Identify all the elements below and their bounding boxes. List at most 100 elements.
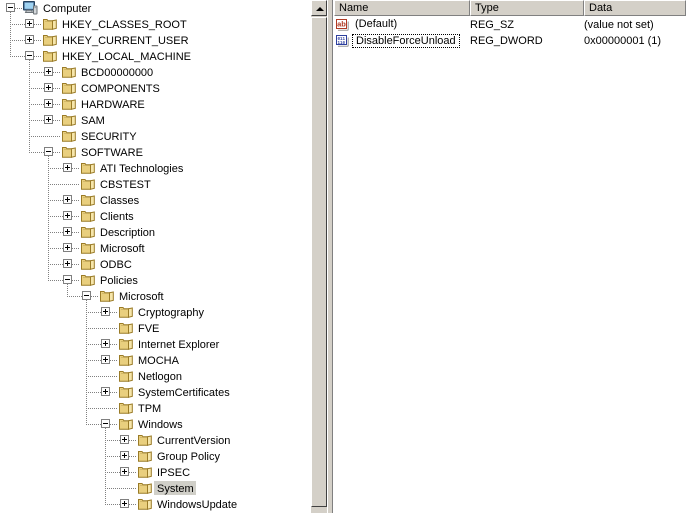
expand-node-button[interactable] [63, 227, 72, 236]
tree-item-microsoft[interactable]: Microsoft [97, 240, 147, 256]
tree-vertical-scrollbar[interactable] [310, 0, 327, 513]
tree-connector-line [112, 424, 118, 425]
tree-item-bcd00000000[interactable]: BCD00000000 [78, 64, 155, 80]
tree-item-group-policy[interactable]: Group Policy [154, 448, 222, 464]
folder-icon [81, 258, 95, 270]
tree-item-hkey-current-user[interactable]: HKEY_CURRENT_USER [59, 32, 191, 48]
collapse-node-button[interactable] [25, 51, 34, 60]
tree-connector-line [36, 56, 42, 57]
folder-icon [81, 194, 95, 206]
tree-item-system[interactable]: System [154, 480, 196, 496]
registry-value-list[interactable]: Name Type Data ab (Default) REG_SZ (value not… [334, 0, 686, 513]
value-list-header: Name Type Data [334, 0, 686, 16]
scroll-up-button[interactable] [311, 0, 327, 16]
pane-splitter[interactable] [327, 0, 333, 513]
tree-item-label: Internet Explorer [138, 339, 220, 351]
expand-node-button[interactable] [44, 67, 53, 76]
column-header-type[interactable]: Type [470, 0, 584, 16]
tree-item-label: CurrentVersion [157, 435, 231, 447]
tree-item-odbc[interactable]: ODBC [97, 256, 134, 272]
collapse-node-button[interactable] [63, 275, 72, 284]
tree-connector-line [74, 216, 80, 217]
tree-item-policies[interactable]: Policies [97, 272, 140, 288]
folder-icon [138, 466, 152, 478]
expand-node-button[interactable] [63, 195, 72, 204]
registry-key-tree[interactable]: Computer HKEY_CLASSES_ROOT HKEY_CURRENT_US… [0, 0, 310, 513]
tree-item-fve[interactable]: FVE [135, 320, 161, 336]
collapse-node-button[interactable] [101, 419, 110, 428]
tree-item-classes[interactable]: Classes [97, 192, 141, 208]
value-row[interactable]: ab (Default) REG_SZ (value not set) [334, 17, 686, 33]
folder-icon [62, 66, 76, 78]
value-type: REG_DWORD [470, 35, 543, 47]
tree-item-windowsupdate[interactable]: WindowsUpdate [154, 496, 239, 512]
tree-item-label: HARDWARE [81, 99, 145, 111]
column-header-data[interactable]: Data [584, 0, 686, 16]
expand-node-button[interactable] [120, 451, 129, 460]
collapse-node-button[interactable] [82, 291, 91, 300]
tree-item-hkey-classes-root[interactable]: HKEY_CLASSES_ROOT [59, 16, 189, 32]
tree-connector-line [29, 60, 30, 152]
tree-item-computer[interactable]: Computer [40, 0, 93, 16]
folder-icon [119, 418, 133, 430]
folder-icon [43, 34, 57, 46]
collapse-node-button[interactable] [6, 3, 15, 12]
tree-connector-line [112, 312, 118, 313]
expand-node-button[interactable] [101, 339, 110, 348]
tree-item-label: Microsoft [100, 243, 145, 255]
expand-node-button[interactable] [44, 83, 53, 92]
expand-node-button[interactable] [63, 243, 72, 252]
tree-connector-line [131, 504, 137, 505]
expand-node-button[interactable] [44, 99, 53, 108]
tree-item-description[interactable]: Description [97, 224, 157, 240]
column-header-name[interactable]: Name [334, 0, 470, 16]
scrollbar-thumb[interactable] [311, 17, 327, 507]
expand-node-button[interactable] [120, 499, 129, 508]
collapse-node-button[interactable] [44, 147, 53, 156]
tree-item-hkey-local-machine[interactable]: HKEY_LOCAL_MACHINE [59, 48, 193, 64]
tree-item-software[interactable]: SOFTWARE [78, 144, 145, 160]
tree-item-ipsec[interactable]: IPSEC [154, 464, 192, 480]
expand-node-button[interactable] [44, 115, 53, 124]
tree-item-cryptography[interactable]: Cryptography [135, 304, 206, 320]
tree-item-currentversion[interactable]: CurrentVersion [154, 432, 232, 448]
tree-item-netlogon[interactable]: Netlogon [135, 368, 184, 384]
tree-connector-line [48, 184, 80, 185]
tree-item-sam[interactable]: SAM [78, 112, 107, 128]
tree-item-ati-technologies[interactable]: ATI Technologies [97, 160, 185, 176]
expand-node-button[interactable] [63, 211, 72, 220]
value-data: 0x00000001 (1) [584, 35, 662, 47]
expand-node-button[interactable] [120, 435, 129, 444]
tree-item-clients[interactable]: Clients [97, 208, 136, 224]
expand-node-button[interactable] [101, 307, 110, 316]
tree-item-systemcertificates[interactable]: SystemCertificates [135, 384, 232, 400]
expand-node-button[interactable] [63, 163, 72, 172]
tree-item-label: CBSTEST [100, 179, 151, 191]
tree-item-label: BCD00000000 [81, 67, 154, 79]
expand-node-button[interactable] [101, 387, 110, 396]
tree-item-hardware[interactable]: HARDWARE [78, 96, 147, 112]
tree-item-security[interactable]: SECURITY [78, 128, 139, 144]
tree-connector-line [74, 264, 80, 265]
tree-item-windows[interactable]: Windows [135, 416, 185, 432]
folder-icon [119, 306, 133, 318]
value-row[interactable]: 011 110 DisableForceUnload REG_DWORD 0x00000… [334, 33, 686, 49]
tree-item-components[interactable]: COMPONENTS [78, 80, 162, 96]
tree-connector-line [131, 456, 137, 457]
tree-item-label: SystemCertificates [138, 387, 230, 399]
tree-item-label: Windows [138, 419, 183, 431]
folder-icon [81, 210, 95, 222]
value-name[interactable]: (Default) [352, 18, 400, 32]
expand-node-button[interactable] [25, 35, 34, 44]
expand-node-button[interactable] [63, 259, 72, 268]
tree-item-cbstest[interactable]: CBSTEST [97, 176, 153, 192]
tree-item-microsoft[interactable]: Microsoft [116, 288, 166, 304]
tree-item-tpm[interactable]: TPM [135, 400, 163, 416]
expand-node-button[interactable] [101, 355, 110, 364]
tree-item-mocha[interactable]: MOCHA [135, 352, 181, 368]
value-name[interactable]: DisableForceUnload [352, 34, 460, 48]
expand-node-button[interactable] [25, 19, 34, 28]
folder-icon [138, 482, 152, 494]
tree-item-internet-explorer[interactable]: Internet Explorer [135, 336, 221, 352]
expand-node-button[interactable] [120, 467, 129, 476]
